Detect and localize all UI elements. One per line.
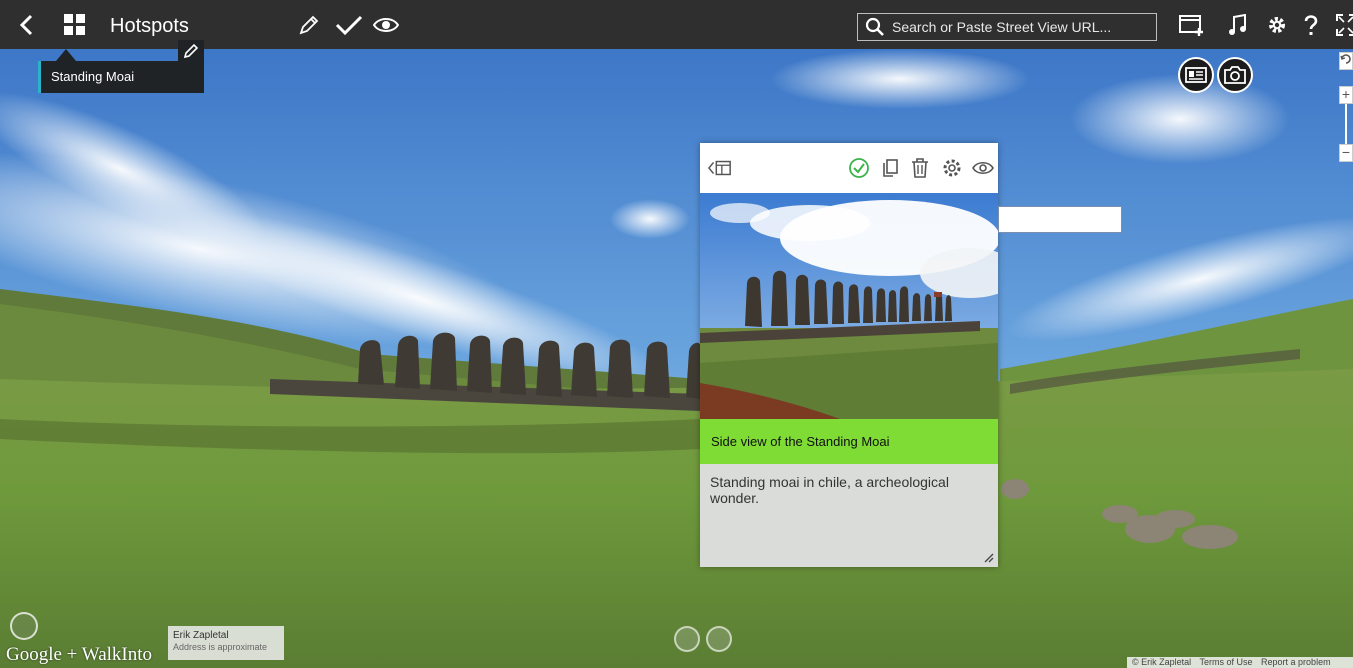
info-card-button[interactable] bbox=[1178, 57, 1214, 93]
hotspot-title[interactable]: Side view of the Standing Moai bbox=[700, 419, 998, 464]
tooltip-arrow bbox=[56, 49, 76, 61]
pencil-edit-icon[interactable] bbox=[296, 12, 322, 38]
add-scene-icon[interactable] bbox=[1178, 12, 1206, 38]
panorama-view[interactable] bbox=[0, 49, 1353, 668]
snapshot-button[interactable] bbox=[1217, 57, 1253, 93]
terms-link[interactable]: Terms of Use bbox=[1200, 657, 1253, 667]
fullscreen-icon[interactable] bbox=[1333, 12, 1353, 38]
report-problem-link[interactable]: Report a problem bbox=[1261, 657, 1331, 667]
help-icon[interactable] bbox=[1298, 12, 1324, 38]
zoom-slider-track[interactable] bbox=[1345, 104, 1347, 144]
back-icon[interactable] bbox=[14, 12, 40, 38]
checkmark-icon[interactable] bbox=[334, 12, 364, 38]
compass-icon[interactable] bbox=[674, 626, 700, 652]
camera-icon bbox=[1224, 66, 1246, 84]
gear-settings-icon[interactable] bbox=[1264, 12, 1290, 38]
hotspot-label-input[interactable] bbox=[998, 206, 1122, 233]
copyright-text: © Erik Zapletal bbox=[1132, 657, 1192, 667]
hotspot-description[interactable]: Standing moai in chile, a archeological … bbox=[700, 464, 998, 567]
hotspot-image[interactable] bbox=[700, 193, 998, 419]
card-toolbar bbox=[700, 143, 998, 193]
music-icon[interactable] bbox=[1224, 12, 1250, 38]
pegman-icon[interactable] bbox=[706, 626, 732, 652]
zoom-in-button[interactable]: + bbox=[1339, 86, 1353, 104]
search-icon[interactable] bbox=[858, 14, 892, 40]
google-walkinto-logo: Google + WalkInto bbox=[6, 644, 153, 665]
attribution-box: Erik Zapletal Address is approximate bbox=[168, 626, 284, 660]
street-view-search bbox=[857, 13, 1157, 41]
confirm-check-icon[interactable] bbox=[847, 156, 871, 180]
zoom-out-button[interactable]: − bbox=[1339, 144, 1353, 162]
page-title: Hotspots bbox=[110, 15, 189, 37]
duplicate-icon[interactable] bbox=[878, 156, 902, 180]
trash-icon[interactable] bbox=[908, 156, 932, 180]
walkinto-link-icon[interactable] bbox=[10, 612, 38, 640]
id-card-icon bbox=[1185, 67, 1207, 83]
eye-preview-icon[interactable] bbox=[372, 12, 400, 38]
map-footer: © Erik Zapletal Terms of Use Report a pr… bbox=[1127, 657, 1353, 668]
resize-handle-icon[interactable] bbox=[982, 551, 994, 563]
hotspot-tooltip: Standing Moai bbox=[38, 61, 204, 93]
tooltip-edit-icon[interactable] bbox=[178, 40, 204, 62]
eye-icon[interactable] bbox=[971, 156, 995, 180]
panorama-image[interactable] bbox=[0, 49, 1353, 668]
grid-menu-icon[interactable] bbox=[62, 12, 88, 38]
address-note: Address is approximate bbox=[173, 642, 268, 652]
zoom-control: + − bbox=[1339, 52, 1353, 162]
search-input[interactable] bbox=[892, 19, 1156, 35]
collapse-panel-icon[interactable] bbox=[708, 156, 732, 180]
author-name[interactable]: Erik Zapletal bbox=[173, 630, 279, 641]
tooltip-label: Standing Moai bbox=[51, 69, 135, 84]
hotspot-card: Side view of the Standing Moai Standing … bbox=[700, 143, 998, 567]
rotate-icon[interactable] bbox=[1339, 52, 1353, 70]
gear-icon[interactable] bbox=[940, 156, 964, 180]
